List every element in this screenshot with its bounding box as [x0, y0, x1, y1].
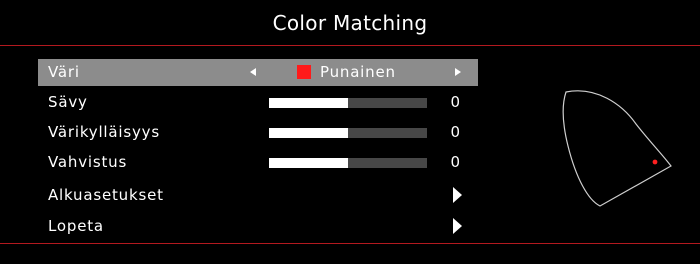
- color-swatch: [297, 65, 311, 79]
- triangle-right-icon[interactable]: [455, 68, 461, 76]
- color-gamut-diagram: [562, 90, 672, 207]
- saturation-label: Värikylläisyys: [48, 123, 160, 141]
- gain-label: Vahvistus: [48, 153, 128, 171]
- hue-slider[interactable]: [269, 98, 427, 108]
- hue-slider-fill: [269, 98, 348, 108]
- saturation-value: 0: [450, 123, 460, 141]
- gain-slider[interactable]: [269, 158, 427, 168]
- color-option-value: Punainen: [320, 63, 396, 81]
- menu-header: Color Matching: [0, 0, 700, 44]
- menu-row-hue[interactable]: Sävy 0: [38, 89, 478, 116]
- menu-row-gain[interactable]: Vahvistus 0: [38, 149, 478, 176]
- color-label: Väri: [48, 63, 80, 81]
- menu-row-reset[interactable]: Alkuasetukset: [38, 182, 478, 209]
- saturation-slider[interactable]: [269, 128, 427, 138]
- gain-value: 0: [450, 153, 460, 171]
- gamut-outline: [562, 90, 672, 207]
- arrow-right-icon[interactable]: [453, 187, 462, 203]
- saturation-slider-fill: [269, 128, 348, 138]
- menu-row-saturation[interactable]: Värikylläisyys 0: [38, 119, 478, 146]
- exit-label: Lopeta: [48, 217, 104, 235]
- hue-label: Sävy: [48, 93, 88, 111]
- menu-row-color[interactable]: Väri Punainen: [38, 59, 478, 86]
- arrow-right-icon[interactable]: [453, 218, 462, 234]
- gain-slider-fill: [269, 158, 348, 168]
- menu-title: Color Matching: [272, 11, 428, 35]
- bottom-divider: [0, 243, 700, 244]
- triangle-left-icon[interactable]: [250, 68, 256, 76]
- top-divider: [0, 45, 700, 46]
- gamut-red-point: [652, 159, 658, 165]
- menu-row-exit[interactable]: Lopeta: [38, 213, 478, 240]
- osd-menu: Color Matching Väri Punainen Sävy 0 Väri…: [0, 0, 700, 264]
- hue-value: 0: [450, 93, 460, 111]
- reset-label: Alkuasetukset: [48, 186, 164, 204]
